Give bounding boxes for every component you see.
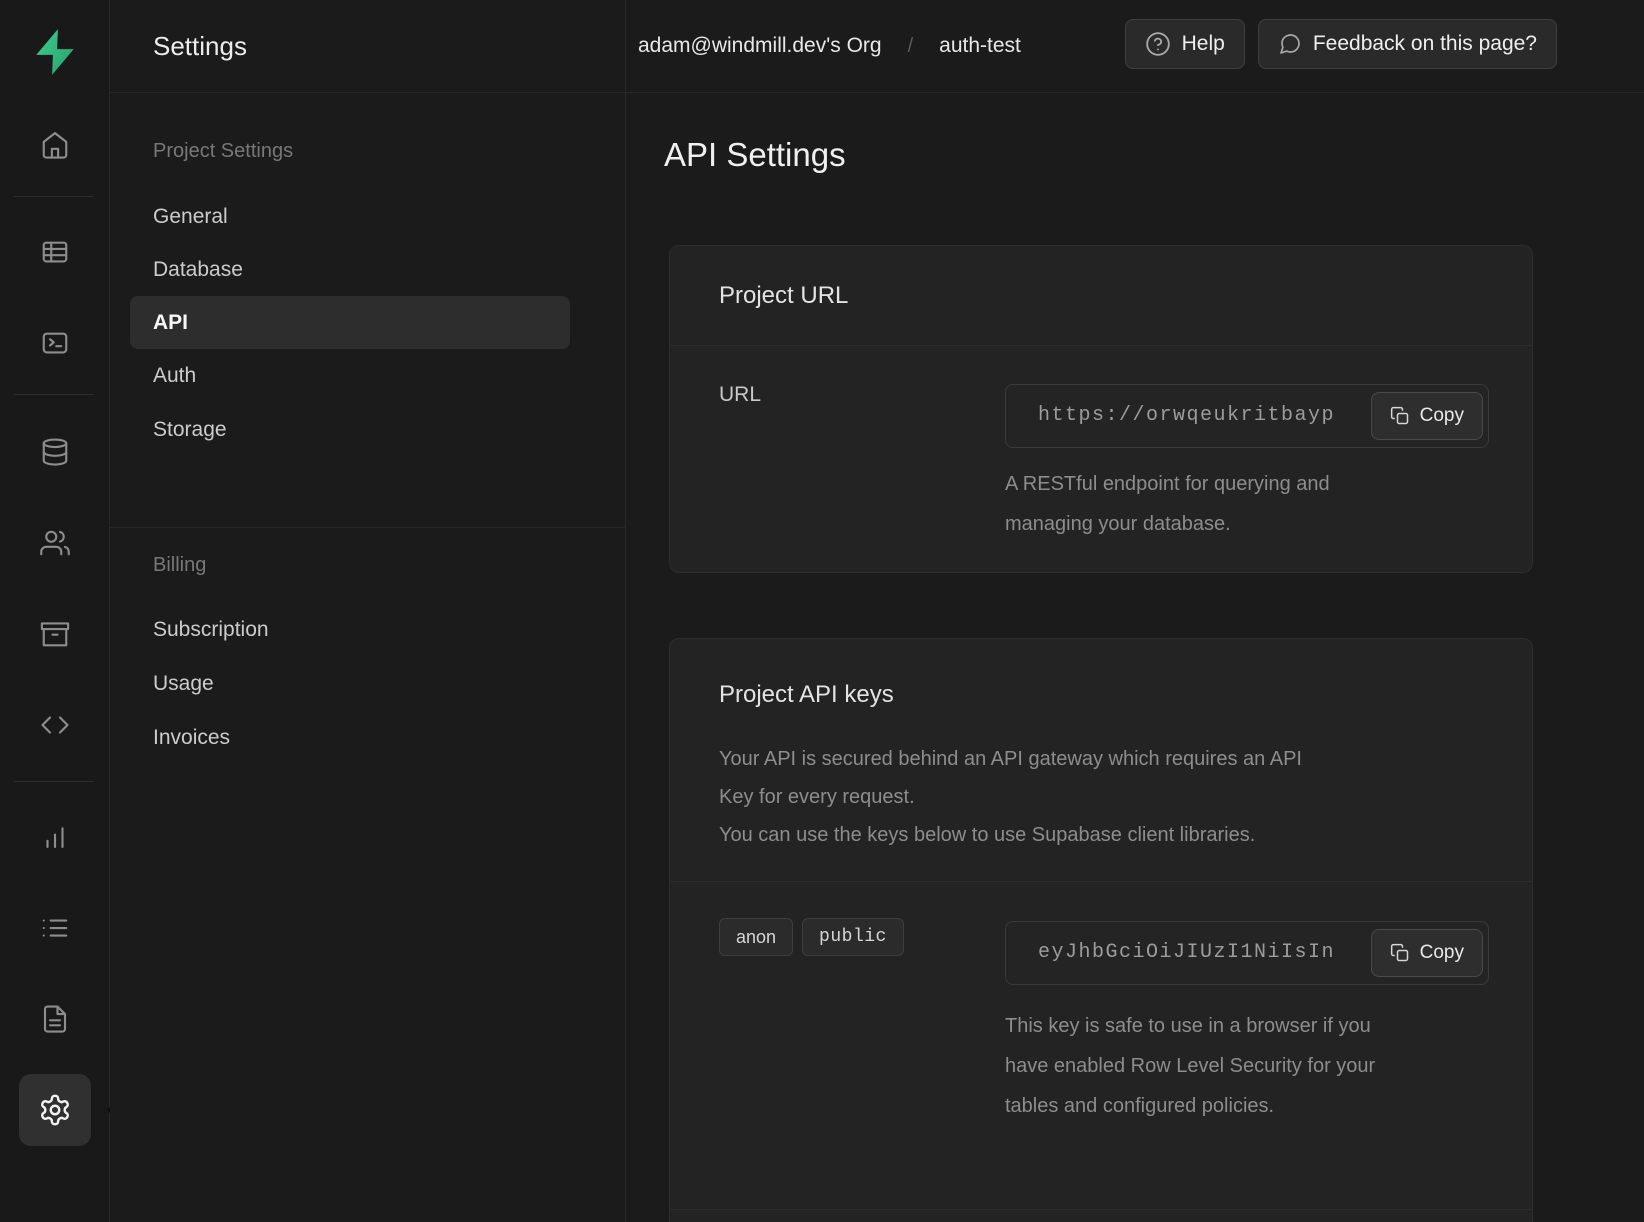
help-button-label: Help — [1182, 32, 1225, 56]
help-circle-icon — [1145, 31, 1171, 57]
sidebar-home-button[interactable] — [0, 121, 109, 169]
settings-panel-title: Settings — [153, 0, 247, 92]
database-icon — [40, 437, 70, 467]
description-line: This key is safe to use in a browser if … — [1005, 1006, 1375, 1046]
sidebar-logs-button[interactable] — [0, 904, 109, 952]
sidebar-reports-button[interactable] — [0, 813, 109, 861]
nav-section-billing: Billing — [153, 554, 206, 577]
description-line: managing your database. — [1005, 504, 1330, 544]
project-url-card: Project URL URL https://orwqeukritbayp C… — [669, 245, 1533, 573]
project-url-card-title: Project URL — [719, 282, 848, 310]
breadcrumb-separator: / — [908, 35, 914, 58]
page-title: API Settings — [664, 136, 846, 174]
intro-line: Your API is secured behind an API gatewa… — [719, 740, 1483, 778]
copy-url-button[interactable]: Copy — [1371, 392, 1483, 440]
intro-line: You can use the keys below to use Supaba… — [719, 816, 1483, 854]
sidebar-docs-button[interactable] — [0, 995, 109, 1043]
nav-section-project-settings: Project Settings — [153, 140, 293, 163]
supabase-logo-button[interactable] — [0, 28, 109, 76]
anon-key-description: This key is safe to use in a browser if … — [1005, 1006, 1375, 1126]
api-keys-section-divider — [670, 1209, 1532, 1210]
app-window: Project Settings Settings Project Settin… — [0, 0, 1644, 1222]
description-line: A RESTful endpoint for querying and — [1005, 464, 1330, 504]
copy-icon — [1390, 943, 1410, 963]
reports-chart-icon — [40, 822, 70, 852]
sidebar-divider — [14, 196, 94, 197]
copy-key-label: Copy — [1420, 942, 1464, 964]
sidebar-divider — [14, 781, 94, 782]
anon-badge: anon — [719, 918, 793, 956]
api-keys-card-title: Project API keys — [719, 681, 1483, 709]
sidebar-database-button[interactable] — [0, 428, 109, 476]
storage-archive-icon — [40, 619, 70, 649]
nav-section-divider — [110, 527, 625, 528]
anon-key-value[interactable]: eyJhbGciOiJIUzI1NiIsIn — [1038, 922, 1338, 984]
copy-url-label: Copy — [1420, 405, 1464, 427]
nav-item-general[interactable]: General — [110, 190, 625, 243]
header-actions: Help Feedback on this page? — [1125, 19, 1557, 69]
top-header: adam@windmill.dev's Org / auth-test Help… — [626, 0, 1644, 92]
icon-sidebar — [0, 0, 109, 1222]
sidebar-code-button[interactable] — [0, 701, 109, 749]
home-icon — [40, 130, 70, 160]
main-content: API Settings Project URL URL https://orw… — [626, 92, 1644, 1222]
description-line: have enabled Row Level Security for your — [1005, 1046, 1375, 1086]
settings-nav-panel: Settings Project Settings General Databa… — [110, 0, 625, 1222]
table-editor-icon — [40, 237, 70, 267]
nav-item-storage[interactable]: Storage — [110, 403, 625, 456]
logs-list-icon — [40, 913, 70, 943]
copy-key-button[interactable]: Copy — [1371, 929, 1483, 977]
nav-item-api[interactable]: API — [130, 296, 570, 349]
nav-item-usage[interactable]: Usage — [110, 657, 625, 710]
api-keys-card: Project API keys Your API is secured beh… — [669, 638, 1533, 1222]
sidebar-auth-button[interactable] — [0, 519, 109, 567]
project-url-field[interactable]: https://orwqeukritbayp Copy — [1005, 384, 1489, 448]
code-icon — [40, 710, 70, 740]
sidebar-sql-editor-button[interactable] — [0, 319, 109, 367]
sidebar-storage-button[interactable] — [0, 610, 109, 658]
feedback-button-label: Feedback on this page? — [1313, 32, 1537, 56]
chat-bubble-icon — [1278, 32, 1302, 56]
help-button[interactable]: Help — [1125, 19, 1245, 69]
api-keys-card-header: Project API keys Your API is secured beh… — [670, 639, 1532, 882]
breadcrumb-project[interactable]: auth-test — [939, 34, 1021, 58]
feedback-button[interactable]: Feedback on this page? — [1258, 19, 1557, 69]
nav-item-auth[interactable]: Auth — [110, 349, 625, 402]
nav-item-invoices[interactable]: Invoices — [110, 711, 625, 764]
sidebar-divider — [14, 394, 94, 395]
intro-line: Key for every request. — [719, 778, 1483, 816]
key-badges: anon public — [719, 918, 904, 956]
project-url-card-header: Project URL — [670, 246, 1532, 346]
public-badge: public — [802, 918, 904, 956]
docs-file-icon — [40, 1004, 70, 1034]
project-url-value[interactable]: https://orwqeukritbayp — [1038, 385, 1338, 447]
anon-key-field[interactable]: eyJhbGciOiJIUzI1NiIsIn Copy — [1005, 921, 1489, 985]
sidebar-table-editor-button[interactable] — [0, 228, 109, 276]
breadcrumb-org[interactable]: adam@windmill.dev's Org — [638, 34, 882, 58]
supabase-logo-icon — [30, 27, 80, 77]
copy-icon — [1390, 406, 1410, 426]
breadcrumb: adam@windmill.dev's Org / auth-test — [638, 0, 1021, 92]
description-line: tables and configured policies. — [1005, 1086, 1375, 1126]
project-url-description: A RESTful endpoint for querying and mana… — [1005, 464, 1330, 544]
nav-item-database[interactable]: Database — [110, 243, 625, 296]
sql-editor-terminal-icon — [40, 328, 70, 358]
url-row-label: URL — [719, 383, 761, 407]
nav-item-subscription[interactable]: Subscription — [110, 603, 625, 656]
settings-gear-icon — [38, 1093, 72, 1127]
api-keys-intro: Your API is secured behind an API gatewa… — [719, 740, 1483, 854]
auth-users-icon — [40, 528, 70, 558]
sidebar-settings-button[interactable] — [19, 1074, 91, 1146]
